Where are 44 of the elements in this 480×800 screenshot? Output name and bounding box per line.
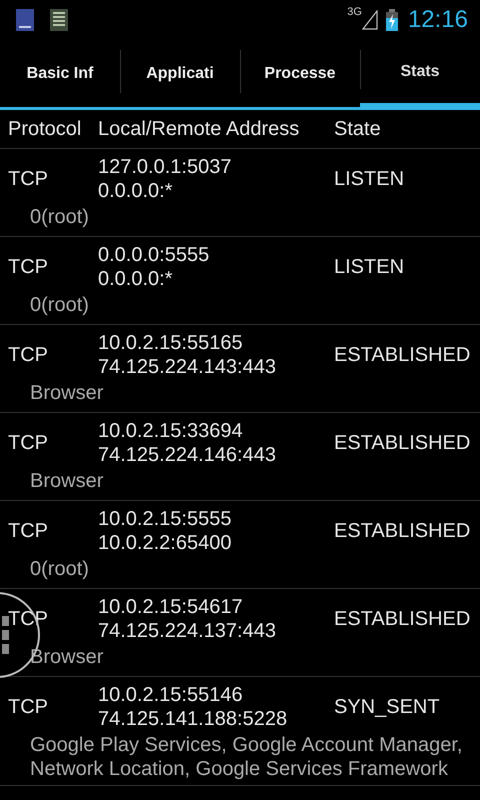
column-header: State: [334, 118, 382, 140]
local-address: 10.0.2.15:54617: [98, 595, 244, 619]
network-type: 3G: [347, 6, 362, 18]
remote-address: 74.125.224.137:443: [98, 619, 277, 643]
battery-charging-icon: [386, 9, 398, 31]
owner-text: 0(root): [30, 205, 90, 229]
local-address: 0.0.0.0:5555: [98, 243, 210, 267]
owner-text: 0(root): [30, 557, 90, 581]
remote-address: 74.125.224.146:443: [98, 443, 277, 467]
protocol-cell-text: TCP: [7, 344, 49, 366]
clock-time: 12:16: [408, 6, 468, 34]
state-cell-text: ESTABLISHED: [334, 520, 472, 542]
signal-icon: [362, 10, 378, 30]
owner-text: Browser: [30, 645, 104, 669]
remote-address: 0.0.0.0:*: [98, 179, 174, 203]
owner-text: Google Play Services, Google Account Manager,: [30, 733, 464, 757]
local-address: 10.0.2.15:5555: [98, 507, 232, 531]
book-icon: [16, 9, 34, 31]
local-address: 10.0.2.15:55146: [98, 683, 244, 707]
protocol-cell-text: TCP: [7, 520, 49, 542]
remote-address: 0.0.0.0:*: [98, 267, 174, 291]
protocol-cell-text: TCP: [7, 432, 49, 454]
protocol-cell-text: TCP: [7, 168, 49, 190]
state-cell-text: ESTABLISHED: [334, 608, 472, 630]
remote-address: 10.0.2.2:65400: [98, 531, 232, 555]
remote-address: 74.125.224.143:443: [98, 355, 277, 379]
column-header: Protocol: [7, 118, 82, 140]
local-address: 127.0.0.1:5037: [98, 155, 232, 179]
local-address: 10.0.2.15:55165: [98, 331, 244, 355]
owner-text: 0(root): [30, 293, 90, 317]
state-cell-text: ESTABLISHED: [334, 344, 472, 366]
state-cell-text: LISTEN: [334, 256, 406, 278]
protocol-cell-text: TCP: [7, 696, 49, 718]
owner-text: Network Location, Google Services Framework: [30, 757, 449, 781]
owner-text: Browser: [30, 469, 104, 493]
local-address: 10.0.2.15:33694: [98, 419, 244, 443]
remote-address: 74.125.141.188:5228: [98, 707, 288, 731]
protocol-cell-text: TCP: [7, 256, 49, 278]
state-cell-text: ESTABLISHED: [334, 432, 472, 454]
state-cell-text: SYN_SENT: [334, 696, 441, 718]
list-icon: [50, 9, 68, 31]
state-cell-text: LISTEN: [334, 168, 406, 190]
owner-text: Browser: [30, 381, 104, 405]
column-header: Local/Remote Address: [98, 118, 300, 140]
